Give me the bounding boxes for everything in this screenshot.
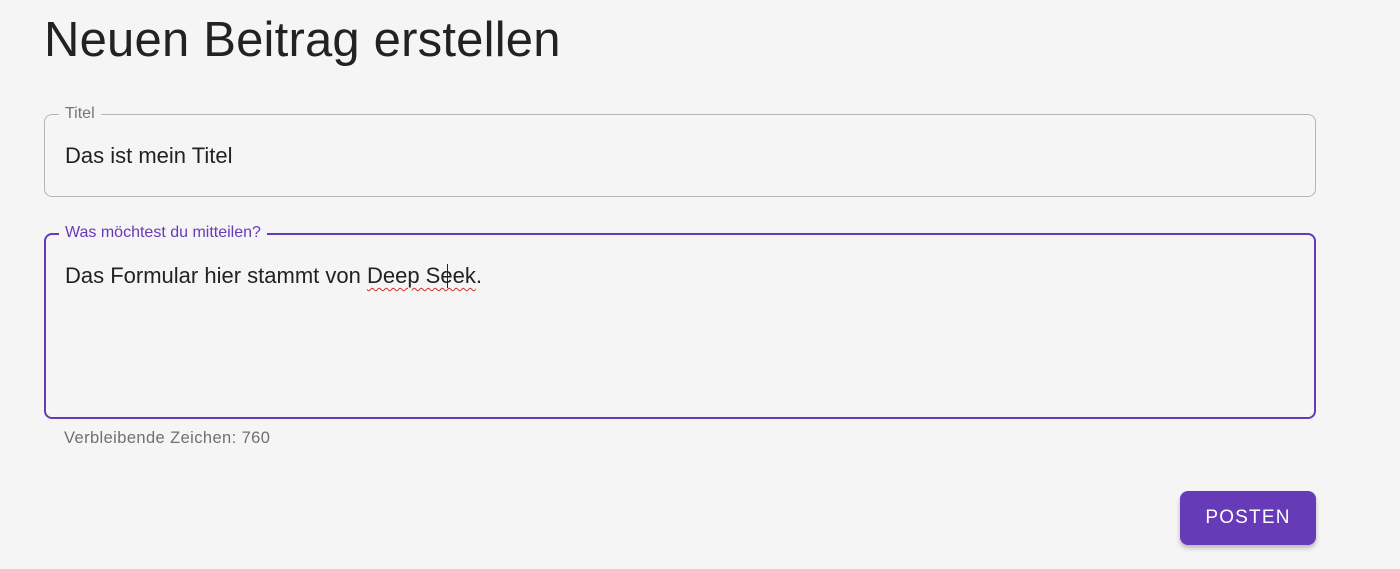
message-text-end: . <box>475 263 482 288</box>
message-textarea-label: Was möchtest du mitteilen? <box>59 224 267 242</box>
message-text-start: Das Formular hier stammt von <box>65 263 367 288</box>
page-title: Neuen Beitrag erstellen <box>44 13 561 67</box>
text-cursor <box>447 264 448 288</box>
remaining-characters-counter: Verbleibende Zeichen: 760 <box>64 429 271 447</box>
message-textarea-value[interactable]: Das Formular hier stammt von Deep Seek. <box>65 263 482 289</box>
title-input-label: Titel <box>59 105 101 123</box>
title-input-value[interactable]: Das ist mein Titel <box>65 143 233 169</box>
post-button[interactable]: POSTEN <box>1180 491 1316 545</box>
message-textarea[interactable]: Was möchtest du mitteilen? Das Formular … <box>44 224 1316 419</box>
title-input[interactable]: Titel Das ist mein Titel <box>44 105 1316 197</box>
spellcheck-flagged-word[interactable]: Deep Seek <box>367 263 476 288</box>
